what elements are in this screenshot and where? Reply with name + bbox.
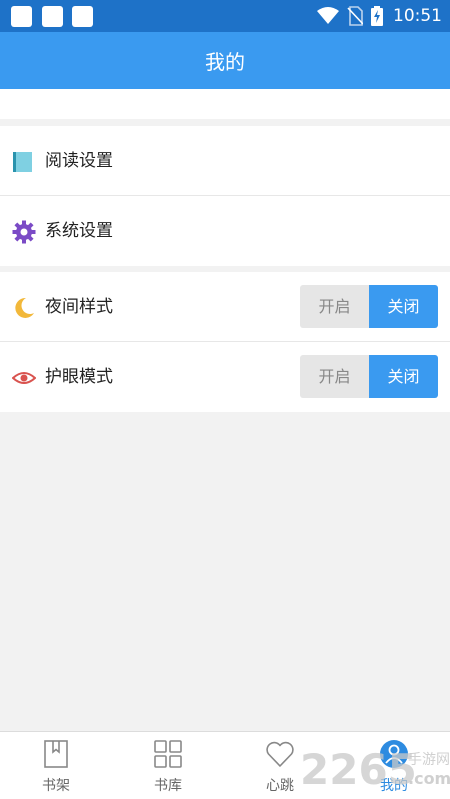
moon-icon bbox=[15, 297, 34, 318]
night-mode-on-button[interactable]: 开启 bbox=[300, 285, 369, 328]
heart-icon bbox=[266, 741, 294, 767]
notification-icon bbox=[11, 6, 32, 27]
eye-care-toggle: 开启 关闭 bbox=[300, 355, 438, 398]
tab-label: 书库 bbox=[154, 778, 182, 794]
tab-library[interactable]: 书库 bbox=[112, 732, 224, 799]
reading-settings-item[interactable]: 阅读设置 bbox=[0, 126, 450, 196]
clock: 10:51 bbox=[393, 6, 442, 26]
notification-icon bbox=[72, 6, 93, 27]
reading-settings-label: 阅读设置 bbox=[45, 151, 113, 171]
night-mode-toggle: 开启 关闭 bbox=[300, 285, 438, 328]
battery-charging-icon bbox=[371, 6, 383, 26]
bookmark-book-icon bbox=[44, 740, 68, 768]
night-mode-item: 夜间样式 开启 关闭 bbox=[0, 272, 450, 342]
status-bar: 10:51 bbox=[0, 0, 450, 32]
notification-icon bbox=[42, 6, 63, 27]
app-header: 我的 bbox=[0, 32, 450, 89]
eye-care-item: 护眼模式 开启 关闭 bbox=[0, 342, 450, 412]
watermark-domain: .com bbox=[408, 769, 450, 788]
eye-icon bbox=[12, 372, 36, 384]
system-settings-label: 系统设置 bbox=[45, 221, 113, 241]
system-settings-item[interactable]: 系统设置 bbox=[0, 196, 450, 266]
no-sim-icon bbox=[347, 6, 363, 26]
eye-care-label: 护眼模式 bbox=[45, 367, 113, 387]
night-mode-off-button[interactable]: 关闭 bbox=[369, 285, 438, 328]
watermark-logo: 2265 手游网 .com bbox=[300, 745, 450, 793]
tab-bookshelf[interactable]: 书架 bbox=[0, 732, 112, 799]
gear-icon bbox=[12, 220, 36, 244]
page-title: 我的 bbox=[205, 50, 245, 74]
night-mode-label: 夜间样式 bbox=[45, 297, 113, 317]
watermark-brand: 2265 bbox=[300, 745, 417, 793]
book-icon bbox=[13, 152, 32, 172]
tab-label: 书架 bbox=[42, 778, 70, 794]
profile-banner bbox=[0, 89, 450, 119]
eye-care-on-button[interactable]: 开启 bbox=[300, 355, 369, 398]
grid-icon bbox=[154, 740, 182, 768]
wifi-icon bbox=[317, 7, 339, 24]
eye-care-off-button[interactable]: 关闭 bbox=[369, 355, 438, 398]
watermark-tagline: 手游网 bbox=[408, 752, 450, 768]
